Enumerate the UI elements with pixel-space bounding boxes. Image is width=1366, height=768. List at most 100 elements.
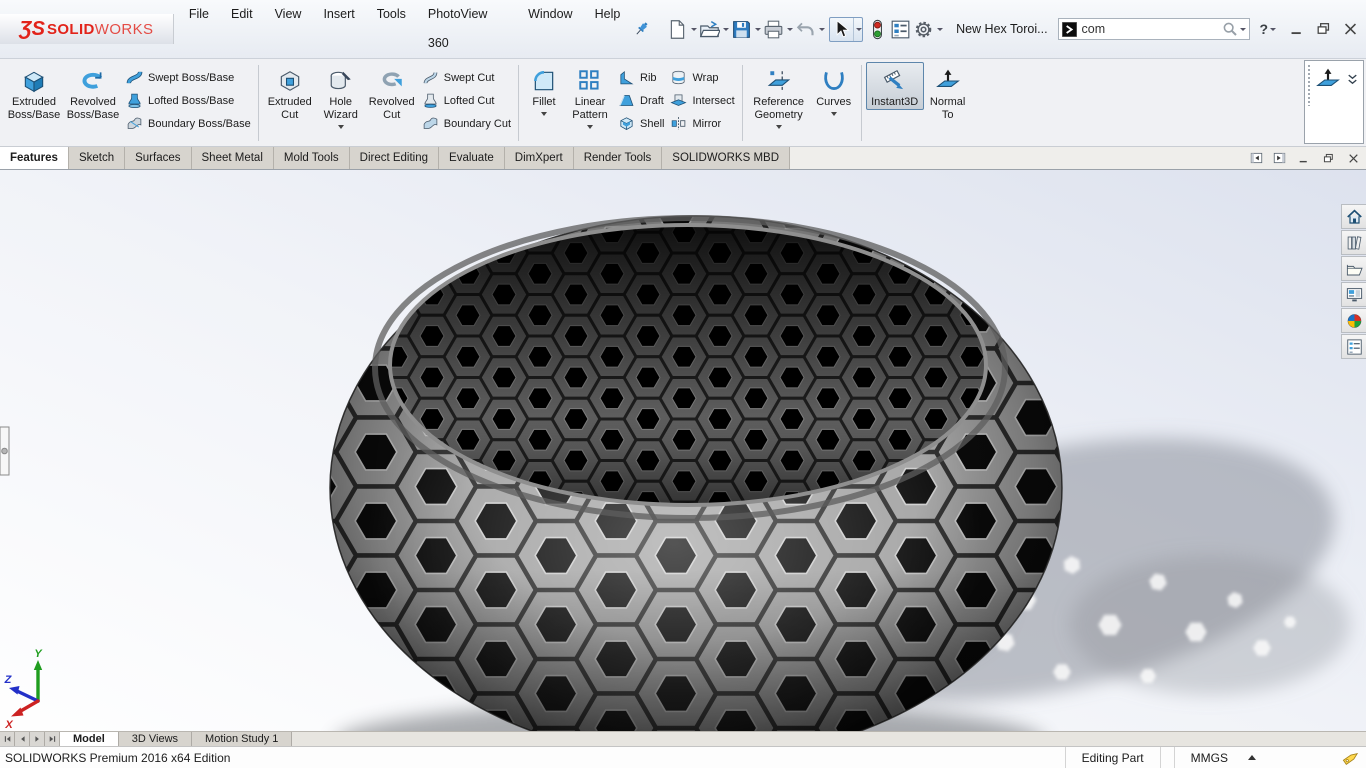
units-selector[interactable]: MMGS [1174, 747, 1272, 768]
extruded-boss-base-button[interactable]: Extruded Boss/Base [5, 62, 63, 123]
normal-to-view-icon[interactable] [1315, 67, 1341, 93]
hex-torus-model[interactable] [330, 216, 1070, 731]
save-button[interactable] [730, 18, 753, 41]
window-controls [1283, 17, 1364, 41]
nav-first-icon[interactable] [0, 732, 15, 746]
nav-next-icon[interactable] [30, 732, 45, 746]
solidworks-logo: ƷS SOLIDWORKS [0, 14, 174, 44]
swept-boss-base-button[interactable]: Swept Boss/Base [126, 69, 251, 86]
wrap-button[interactable]: Wrap [670, 69, 734, 86]
curves-button[interactable]: Curves [811, 62, 857, 117]
open-button[interactable] [698, 18, 721, 41]
tab-sketch[interactable]: Sketch [69, 147, 125, 169]
home-icon[interactable] [1341, 204, 1366, 229]
save-dropdown-arrow-icon[interactable] [753, 18, 762, 41]
menu-insert[interactable]: Insert [312, 0, 365, 58]
menu-window[interactable]: Window [517, 0, 583, 58]
swept-boss-icon [126, 69, 143, 86]
new-document-button[interactable] [666, 18, 689, 41]
quick-access-toolbar [666, 17, 944, 42]
swept-cut-button[interactable]: Swept Cut [422, 69, 511, 86]
close-button[interactable] [1337, 17, 1364, 41]
intersect-button[interactable]: Intersect [670, 92, 734, 109]
print-dropdown-arrow-icon[interactable] [785, 18, 794, 41]
tab-3d-views[interactable]: 3D Views [119, 732, 192, 746]
boundary-cut-button[interactable]: Boundary Cut [422, 115, 511, 132]
options-dropdown-arrow-icon[interactable] [935, 18, 944, 41]
undo-dropdown-arrow-icon[interactable] [817, 18, 826, 41]
extruded-cut-button[interactable]: Extruded Cut [263, 62, 317, 123]
menu-file[interactable]: File [178, 0, 220, 58]
undo-button[interactable] [794, 18, 817, 41]
chevron-expand-icon[interactable] [1345, 72, 1360, 87]
tab-surfaces[interactable]: Surfaces [125, 147, 191, 169]
tab-direct-editing[interactable]: Direct Editing [350, 147, 439, 169]
lofted-cut-button[interactable]: Lofted Cut [422, 92, 511, 109]
doc-close-button[interactable] [1341, 149, 1366, 167]
collapse-pane-right-icon[interactable] [1268, 149, 1291, 167]
tab-mold-tools[interactable]: Mold Tools [274, 147, 350, 169]
revolved-cut-button[interactable]: Revolved Cut [365, 62, 419, 123]
design-library-icon[interactable] [1341, 230, 1366, 255]
linear-pattern-button[interactable]: Linear Pattern [565, 62, 615, 130]
search-input[interactable] [1078, 22, 1222, 36]
collapse-pane-left-icon[interactable] [1245, 149, 1268, 167]
tag-icon[interactable] [1341, 748, 1361, 768]
pin-menu-icon[interactable] [633, 20, 652, 39]
file-explorer-icon[interactable] [1341, 256, 1366, 281]
restore-button[interactable] [1310, 17, 1337, 41]
tab-motion-study[interactable]: Motion Study 1 [192, 732, 292, 746]
mirror-button[interactable]: Mirror [670, 115, 734, 132]
help-dropdown-arrow-icon[interactable] [1268, 18, 1277, 41]
extruded-boss-icon [21, 68, 47, 94]
select-cursor-button[interactable] [830, 18, 853, 41]
select-dropdown-arrow-icon[interactable] [853, 18, 862, 41]
tab-sheet-metal[interactable]: Sheet Metal [192, 147, 274, 169]
select-tool-group [829, 17, 863, 42]
doc-minimize-button[interactable] [1291, 149, 1316, 167]
tab-model[interactable]: Model [60, 732, 119, 746]
search-icon[interactable] [1222, 21, 1238, 37]
rib-button[interactable]: Rib [618, 69, 664, 86]
file-properties-button[interactable] [889, 18, 912, 41]
doc-restore-button[interactable] [1316, 149, 1341, 167]
tab-render-tools[interactable]: Render Tools [574, 147, 663, 169]
triad-x-label: X [4, 719, 13, 731]
toolbar-drag-handle[interactable] [1307, 64, 1312, 106]
menu-photoview360[interactable]: PhotoView 360 [417, 0, 517, 58]
print-button[interactable] [762, 18, 785, 41]
fillet-button[interactable]: Fillet [523, 62, 565, 117]
rebuild-traffic-light-button[interactable] [866, 18, 889, 41]
help-button[interactable]: ? [1260, 21, 1269, 37]
tab-solidworks-mbd[interactable]: SOLIDWORKS MBD [662, 147, 790, 169]
appearances-icon[interactable] [1341, 308, 1366, 333]
minimize-button[interactable] [1283, 17, 1310, 41]
lofted-boss-base-button[interactable]: Lofted Boss/Base [126, 92, 251, 109]
tab-evaluate[interactable]: Evaluate [439, 147, 505, 169]
reference-geometry-button[interactable]: Reference Geometry [747, 62, 811, 130]
feature-manager-flyout-tab[interactable] [0, 427, 9, 475]
new-dropdown-arrow-icon[interactable] [689, 18, 698, 41]
nav-last-icon[interactable] [45, 732, 60, 746]
viewport-3d-model[interactable]: Y Z X [0, 170, 1366, 731]
menu-edit[interactable]: Edit [220, 0, 264, 58]
boundary-boss-base-button[interactable]: Boundary Boss/Base [126, 115, 251, 132]
search-dropdown-arrow-icon[interactable] [1238, 18, 1247, 41]
draft-button[interactable]: Draft [618, 92, 664, 109]
nav-prev-icon[interactable] [15, 732, 30, 746]
tab-features[interactable]: Features [0, 147, 69, 169]
hole-wizard-button[interactable]: Hole Wizard [317, 62, 365, 130]
revolved-boss-base-button[interactable]: Revolved Boss/Base [63, 62, 123, 123]
open-dropdown-arrow-icon[interactable] [721, 18, 730, 41]
search-commands-icon[interactable] [1061, 21, 1078, 38]
menu-tools[interactable]: Tools [366, 0, 417, 58]
shell-button[interactable]: Shell [618, 115, 664, 132]
custom-properties-icon[interactable] [1341, 334, 1366, 359]
options-gear-button[interactable] [912, 18, 935, 41]
normal-to-button[interactable]: Normal To [924, 62, 972, 123]
menu-help[interactable]: Help [584, 0, 632, 58]
tab-dimxpert[interactable]: DimXpert [505, 147, 574, 169]
menu-view[interactable]: View [264, 0, 313, 58]
instant3d-button[interactable]: Instant3D [866, 62, 924, 110]
view-palette-icon[interactable] [1341, 282, 1366, 307]
